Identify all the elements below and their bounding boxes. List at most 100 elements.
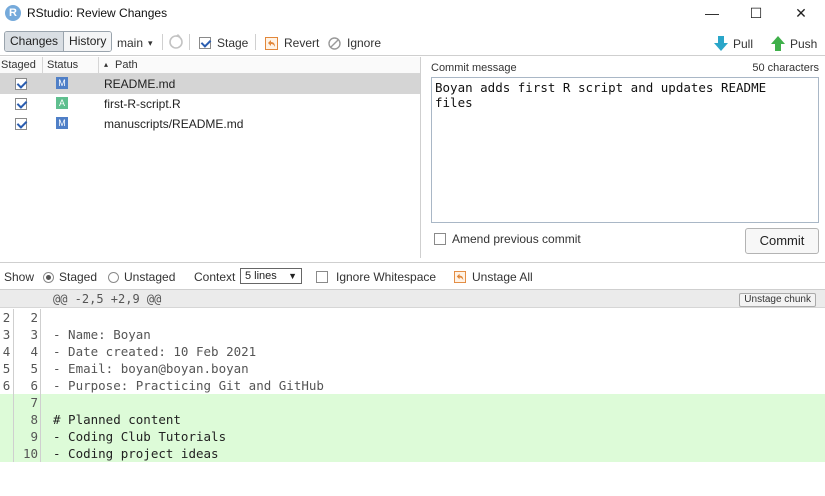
diff-line-text: - Email: boyan@boyan.boyan [53,361,249,376]
toolbar-divider [162,34,163,50]
new-line-number: 9 [15,428,41,445]
diff-line-added: 9 - Coding Club Tutorials [0,428,825,445]
column-divider [42,57,43,74]
stage-check-icon [199,37,211,49]
diff-toolbar: Show Staged Unstaged Context 5 lines ▼ I… [0,262,825,290]
pull-button[interactable]: Pull [714,36,753,51]
diff-line: 6 6 - Purpose: Practicing Git and GitHub [0,377,825,394]
toolbar: Changes History main ▾ Stage Revert Igno… [0,30,825,56]
staged-checkbox[interactable] [15,78,27,90]
context-lines-select[interactable]: 5 lines ▼ [240,268,302,284]
new-line-number: 8 [15,411,41,428]
diff-line: 2 2 [0,309,825,326]
old-line-number: 4 [0,343,14,360]
show-label: Show [4,270,35,284]
new-line-number: 5 [15,360,41,377]
revert-button[interactable]: Revert [265,36,319,50]
window-title: RStudio: Review Changes [27,6,168,20]
unstaged-radio-option[interactable]: Unstaged [108,270,175,284]
staged-radio-label: Staged [59,270,98,284]
new-line-number: 7 [15,394,41,411]
ignore-whitespace-checkbox[interactable] [316,271,328,283]
diff-line: 4 4 - Date created: 10 Feb 2021 [0,343,825,360]
old-line-number: 5 [0,360,14,377]
diff-line-added: 7 [0,394,825,411]
file-row[interactable]: M manuscripts/README.md [0,114,420,134]
column-divider [98,57,99,74]
col-staged-header[interactable]: Staged [1,59,36,71]
diff-line: 3 3 - Name: Boyan [0,326,825,343]
unstaged-radio-label: Unstaged [124,270,176,284]
diff-line-added: 10 - Coding project ideas [0,445,825,462]
col-status-header[interactable]: Status [47,59,78,71]
staged-radio-option[interactable]: Staged [43,270,97,284]
ignore-whitespace-label: Ignore Whitespace [336,270,437,284]
tab-history[interactable]: History [64,32,112,51]
title-bar: R RStudio: Review Changes — ☐ ✕ [0,0,825,26]
file-path: first-R-script.R [104,97,181,111]
ignore-label: Ignore [347,36,382,50]
diff-line-text: - Name: Boyan [53,327,151,342]
file-list-header: Staged Status ▴ Path [0,57,420,74]
toolbar-divider [189,34,190,50]
unstage-chunk-button[interactable]: Unstage chunk [739,293,816,307]
commit-button[interactable]: Commit [745,228,819,254]
new-line-number: 10 [15,445,41,462]
refresh-icon [169,34,183,49]
commit-message-input[interactable]: Boyan adds first R script and updates RE… [431,77,819,223]
amend-checkbox[interactable] [434,233,446,245]
file-row[interactable]: A first-R-script.R [0,94,420,114]
tab-changes[interactable]: Changes [5,32,65,51]
diff-line-text: - Date created: 10 Feb 2021 [53,344,257,359]
file-row[interactable]: M README.md [0,74,420,94]
diff-view: @@ -2,5 +2,9 @@ Unstage chunk 2 2 3 3 - … [0,290,825,496]
modified-status-icon: M [56,117,68,129]
refresh-button[interactable] [168,34,184,50]
staged-radio[interactable] [43,271,54,283]
stage-label: Stage [217,36,249,50]
file-path: manuscripts/README.md [104,117,244,131]
context-label: Context [194,270,236,284]
amend-commit-option[interactable]: Amend previous commit [434,232,581,246]
old-line-number: 6 [0,377,14,394]
diff-line-text: - Coding project ideas [53,446,219,461]
added-status-icon: A [56,97,68,109]
unstage-all-button[interactable]: Unstage All [454,270,533,284]
commit-message-label: Commit message [431,62,517,74]
push-button[interactable]: Push [771,36,817,51]
new-line-number: 2 [15,309,41,326]
minimize-button[interactable]: — [700,3,724,23]
revert-icon [265,36,278,50]
diff-line: 5 5 - Email: boyan@boyan.boyan [0,360,825,377]
rstudio-logo-icon: R [5,5,21,21]
old-line-number [0,411,14,428]
context-lines-value: 5 lines [245,270,277,282]
ignore-button[interactable]: Ignore [328,36,381,50]
close-button[interactable]: ✕ [789,3,813,23]
staged-checkbox[interactable] [15,98,27,110]
unstaged-radio[interactable] [108,271,119,283]
commit-pane: Commit message 50 characters Boyan adds … [424,57,825,258]
ignore-whitespace-option[interactable]: Ignore Whitespace [316,270,436,284]
branch-dropdown[interactable]: main ▾ [117,36,153,50]
file-list-pane: Staged Status ▴ Path M README.md A first… [0,57,421,258]
col-path-header[interactable]: Path [115,59,138,71]
stage-button[interactable]: Stage [199,36,248,50]
character-count: 50 characters [752,62,819,74]
old-line-number [0,394,14,411]
old-line-number: 2 [0,309,14,326]
old-line-number [0,428,14,445]
diff-line-text: # Planned content [53,412,181,427]
revert-label: Revert [284,36,320,50]
pull-label: Pull [733,36,754,51]
file-path: README.md [104,77,176,91]
new-line-number: 6 [15,377,41,394]
diff-line-text: - Coding Club Tutorials [53,429,227,444]
push-arrow-icon [771,36,785,51]
amend-label: Amend previous commit [452,232,581,246]
unstage-all-label: Unstage All [472,270,533,284]
ignore-icon [328,36,341,50]
staged-checkbox[interactable] [15,118,27,130]
maximize-button[interactable]: ☐ [744,3,768,23]
sort-ascending-icon: ▴ [104,60,109,69]
